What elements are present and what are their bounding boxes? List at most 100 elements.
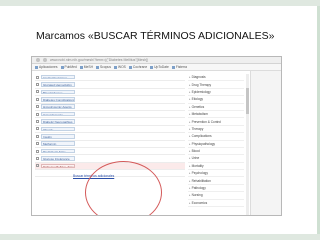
bookmark-item[interactable]: Cochrane [128, 65, 147, 69]
expand-icon: ▸ [189, 75, 191, 80]
result-row[interactable]: Metformin [35, 141, 185, 148]
expand-icon: ▸ [189, 178, 191, 183]
expand-icon: ▸ [189, 89, 191, 94]
bookmark-item[interactable]: PubMed [60, 65, 77, 69]
bookmark-icon [35, 65, 38, 69]
forward-icon[interactable] [43, 58, 47, 62]
facet-item[interactable]: ▸ Psychology [188, 170, 244, 178]
facet-item[interactable]: ▸ Complications [188, 133, 244, 141]
expand-icon: ▸ [189, 186, 191, 191]
expand-icon: ▸ [189, 97, 191, 102]
expand-icon: ▸ [189, 193, 191, 198]
browser-screenshot: www.ncbi.nlm.nih.gov/mesh/?term=(("Diabe… [31, 56, 282, 216]
bookmark-item[interactable]: WOS [113, 65, 126, 69]
facet-item[interactable]: ▸ Mortality [188, 163, 244, 171]
result-row[interactable]: Prediabetic State [35, 148, 185, 156]
bookmark-icon [60, 65, 64, 69]
expand-icon: ▸ [189, 156, 191, 161]
result-label[interactable]: Obesity [41, 126, 75, 132]
url-text[interactable]: www.ncbi.nlm.nih.gov/mesh/?term=(("Diabe… [50, 58, 148, 62]
row-checkbox[interactable] [36, 75, 39, 79]
slide-bottom-bar [0, 234, 320, 240]
bookmark-item[interactable]: Aplicaciones [35, 65, 58, 69]
facet-item[interactable]: ▸ Physiopathology [188, 141, 244, 148]
result-label[interactable]: Diabetic Neuropathies [41, 119, 75, 124]
slide-title: Marcamos «BUSCAR TÉRMINOS ADICIONALES» [36, 30, 275, 42]
result-label[interactable]: Glycated Hemoglobin [41, 82, 75, 87]
result-row[interactable]: Obesity [35, 126, 185, 134]
facet-item[interactable]: ▸ Nursing [188, 192, 244, 200]
row-checkbox[interactable] [36, 83, 39, 87]
expand-icon: ▸ [189, 149, 191, 154]
facet-item[interactable]: ▸ Pathology [188, 185, 244, 193]
facet-item[interactable]: ▸ Drug Therapy [188, 81, 244, 89]
row-checkbox[interactable] [36, 156, 39, 160]
result-row[interactable]: Blood Glucose [35, 89, 185, 97]
facet-item[interactable]: ▸ Therapy [188, 126, 244, 134]
expand-icon: ▸ [189, 126, 191, 131]
highlight-circle [85, 161, 162, 215]
bookmark-item[interactable]: UpToDate [150, 65, 169, 69]
facet-item[interactable]: ▸ Urine [188, 155, 244, 163]
row-checkbox[interactable] [36, 127, 39, 131]
scrollbar-thumb[interactable] [246, 88, 249, 114]
result-row[interactable]: Diabetes Complications [35, 96, 185, 104]
result-row[interactable]: Glycated Hemoglobin [35, 81, 185, 89]
facet-item[interactable]: ▸ Diagnosis [188, 74, 244, 82]
row-checkbox[interactable] [36, 120, 39, 124]
result-row[interactable]: Hyperglycemia [35, 111, 185, 119]
result-label[interactable]: Prediabetic State [41, 148, 75, 154]
facet-item[interactable]: ▸ Economics [188, 200, 244, 208]
row-checkbox[interactable] [36, 134, 39, 138]
row-checkbox[interactable] [36, 149, 39, 153]
result-row[interactable]: Insulin [35, 133, 185, 141]
result-label[interactable]: Insulin [41, 134, 75, 139]
result-label[interactable]: Metformin [41, 141, 75, 146]
result-row[interactable]: Diabetic Neuropathies [35, 118, 185, 126]
row-checkbox[interactable] [36, 90, 39, 94]
row-checkbox[interactable] [36, 105, 39, 109]
bookmark-item[interactable]: Fisterra [171, 65, 187, 69]
right-panel [250, 71, 281, 215]
facet-item[interactable]: ▸ Genetics [188, 104, 244, 111]
result-row[interactable]: Hypoglycemic Agents [35, 104, 185, 111]
row-checkbox[interactable] [36, 112, 39, 116]
row-checkbox[interactable] [36, 97, 39, 101]
bookmark-icon [128, 65, 132, 69]
result-label[interactable]: Insulin Resistance [41, 74, 75, 80]
result-label[interactable]: Glucose Intolerance [41, 156, 75, 161]
result-label[interactable]: Blood Glucose [41, 89, 75, 95]
bookmark-icon [171, 65, 175, 69]
expand-icon: ▸ [189, 163, 191, 168]
bookmark-item[interactable]: MeSH [79, 65, 93, 69]
result-row[interactable]: Glucose Intolerance [35, 155, 185, 163]
facet-item[interactable]: ▸ Prevention & Control [188, 118, 244, 126]
bookmark-item[interactable]: Scopus [95, 65, 111, 69]
result-label[interactable]: Diabetes Complications [41, 97, 75, 102]
bookmark-icon [113, 65, 117, 69]
expand-icon: ▸ [189, 119, 191, 124]
bookmark-icon [150, 65, 154, 69]
back-icon[interactable] [36, 58, 40, 62]
bookmark-icon [95, 65, 99, 69]
expand-icon: ▸ [189, 171, 191, 176]
result-label[interactable]: Hyperglycemia [41, 111, 75, 117]
subheadings-list: ▸ Diagnosis ▸ Drug Therapy ▸ Epidemiology ▸… [188, 74, 244, 208]
address-bar[interactable]: www.ncbi.nlm.nih.gov/mesh/?term=(("Diabe… [32, 57, 281, 64]
facet-item[interactable]: ▸ Blood [188, 148, 244, 156]
result-label[interactable]: Diabetes Mellitus, Type 2 [41, 163, 75, 169]
expand-icon: ▸ [189, 134, 191, 139]
page-content: Insulin Resistance Glycated Hemoglobin B… [32, 71, 281, 215]
facet-item[interactable]: ▸ Epidemiology [188, 89, 244, 97]
row-checkbox[interactable] [36, 164, 39, 168]
result-row[interactable]: Insulin Resistance [35, 74, 185, 82]
expand-icon: ▸ [189, 82, 191, 87]
scrollbar[interactable] [246, 74, 249, 215]
result-label[interactable]: Hypoglycemic Agents [41, 104, 75, 110]
facet-item[interactable]: ▸ Rehabilitation [188, 177, 244, 185]
facet-item[interactable]: ▸ Metabolism [188, 111, 244, 119]
expand-icon: ▸ [189, 200, 191, 205]
expand-icon: ▸ [189, 112, 191, 117]
facet-item[interactable]: ▸ Etiology [188, 96, 244, 104]
row-checkbox[interactable] [36, 142, 39, 146]
